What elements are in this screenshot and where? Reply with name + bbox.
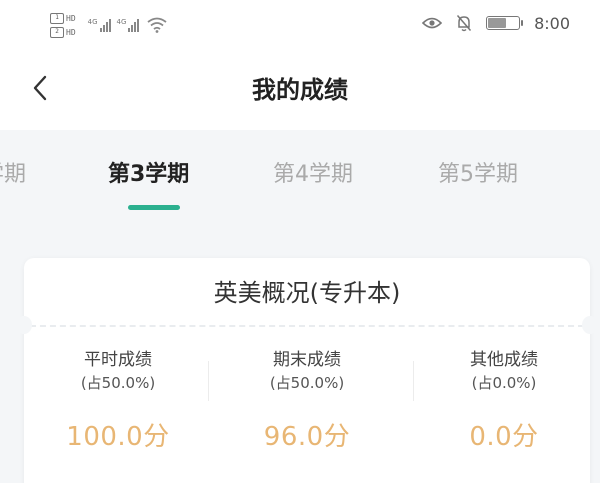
signal2-label: 4G — [116, 18, 127, 26]
signal2-icon: 4G — [117, 18, 140, 32]
column-separator — [208, 361, 209, 401]
page-title: 我的成绩 — [252, 76, 348, 104]
chevron-left-icon — [33, 75, 47, 101]
sim2-row: 2 HD — [50, 26, 76, 38]
tab-semester-4[interactable]: 第4学期 — [273, 156, 353, 188]
active-tab-indicator — [128, 205, 180, 210]
course-score-card[interactable]: 英美概况(专升本) 平时成绩 (占50.0%) 100.0分 期末成绩 (占50… — [16, 258, 598, 483]
card-divider — [30, 325, 584, 327]
score-value: 96.0分 — [263, 422, 351, 452]
wifi-icon — [147, 17, 167, 33]
tab-semester-previous[interactable]: 学期 — [0, 156, 26, 188]
score-label: 其他成绩 — [470, 350, 538, 370]
score-column-final: 期末成绩 (占50.0%) 96.0分 — [213, 348, 401, 453]
card-notch-right — [582, 316, 598, 334]
signal1-icon: 4G — [88, 18, 111, 32]
score-column-other: 其他成绩 (占0.0%) 0.0分 — [410, 348, 598, 453]
score-weight: (占50.0%) — [80, 374, 156, 392]
score-label: 平时成绩 — [84, 350, 152, 370]
status-left-group: 1 HD 2 HD 4G 4G — [50, 6, 167, 44]
status-time: 8:00 — [534, 13, 570, 33]
score-value: 100.0分 — [66, 422, 170, 452]
score-column-regular: 平时成绩 (占50.0%) 100.0分 — [24, 348, 212, 453]
tab-semester-5[interactable]: 第5学期 — [438, 156, 518, 188]
sim-indicators: 1 HD 2 HD — [50, 12, 76, 38]
score-label: 期末成绩 — [273, 350, 341, 370]
mute-bell-icon — [456, 15, 472, 32]
app-header: 我的成绩 — [0, 50, 600, 130]
sim1-tag: HD — [66, 13, 76, 23]
sim2-tag: HD — [66, 27, 76, 37]
score-weight: (占0.0%) — [471, 374, 537, 392]
status-bar: 1 HD 2 HD 4G 4G 8:00 — [0, 0, 600, 50]
score-value: 0.0分 — [469, 422, 539, 452]
semester-tab-bar: 学期 第3学期 第4学期 第5学期 — [0, 130, 600, 220]
back-button[interactable] — [20, 68, 60, 108]
tab-semester-3[interactable]: 第3学期 — [108, 156, 189, 188]
score-weight: (占50.0%) — [269, 374, 345, 392]
card-notch-left — [16, 316, 32, 334]
eye-comfort-icon — [422, 17, 443, 29]
sim1-row: 1 HD — [50, 12, 76, 24]
signal1-label: 4G — [87, 18, 98, 26]
sim1-icon: 1 — [50, 12, 64, 24]
battery-icon — [486, 16, 524, 30]
status-right-group: 8:00 — [422, 10, 570, 36]
sim2-icon: 2 — [50, 26, 64, 38]
course-title: 英美概况(专升本) — [213, 279, 401, 307]
